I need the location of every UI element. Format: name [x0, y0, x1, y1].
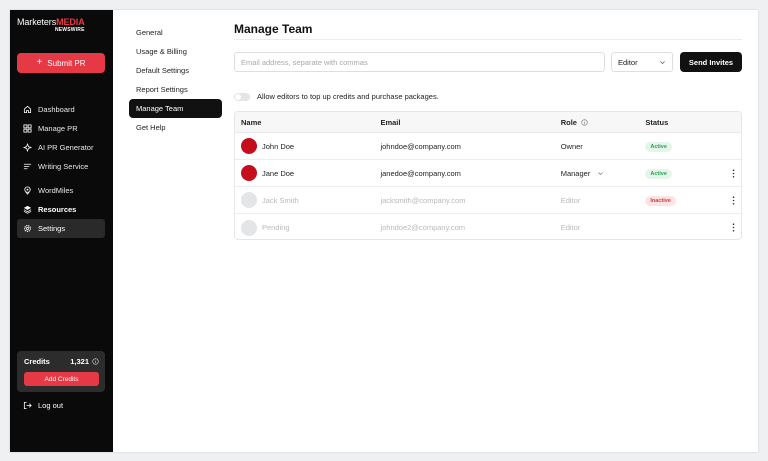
table-row: John Doe johndoe@company.com Owner Activ…: [235, 133, 741, 160]
member-name: John Doe: [262, 141, 295, 151]
table-row: Jane Doe janedoe@company.com Manager Act…: [235, 160, 741, 187]
add-credits-label: Add Credits: [44, 375, 79, 383]
sidebar-item-label: AI PR Generator: [38, 143, 94, 152]
sidebar-item-label: Writing Service: [38, 162, 89, 171]
member-role: Editor: [561, 223, 646, 232]
status-badge: Inactive: [645, 195, 676, 206]
credits-label: Credits: [24, 357, 50, 366]
column-header-role: Role: [561, 118, 646, 127]
member-email: johndoe2@company.com: [380, 223, 466, 232]
avatar: [241, 165, 257, 181]
credits-panel: Credits 1,321 Add Credits: [17, 351, 105, 392]
settings-submenu: General Usage & Billing Default Settings…: [129, 23, 222, 137]
sidebar-item-resources[interactable]: Resources: [17, 200, 105, 219]
sidebar-item-label: Resources: [38, 205, 77, 214]
editor-topup-toggle[interactable]: [234, 92, 250, 101]
submenu-item-get-help[interactable]: Get Help: [129, 118, 222, 137]
more-options-icon[interactable]: [732, 195, 735, 205]
info-icon[interactable]: [581, 118, 588, 126]
sidebar-item-label: WordMiles: [38, 186, 74, 195]
sidebar-item-label: Dashboard: [38, 105, 75, 114]
table-row: Jack Smith jacksmith@company.com Editor …: [235, 187, 741, 214]
credits-value: 1,321: [70, 357, 89, 366]
member-role-dropdown[interactable]: Manager: [561, 169, 646, 178]
member-role-label: Editor: [560, 223, 581, 232]
info-icon[interactable]: [92, 358, 99, 365]
brand-subtitle: NEWSWIRE: [54, 27, 85, 33]
sparkle-icon: [23, 143, 32, 152]
role-select[interactable]: Editor: [611, 52, 673, 72]
column-header-name: Name: [241, 117, 262, 127]
submit-pr-label: Submit PR: [47, 58, 86, 68]
column-header-role-label: Role: [560, 117, 577, 127]
add-credits-button[interactable]: Add Credits: [24, 372, 99, 386]
member-role: Owner: [561, 142, 646, 151]
title-divider: [234, 39, 742, 40]
brand-name-part2: MEDIA: [56, 17, 85, 27]
credits-value-wrap: 1,321: [70, 357, 99, 366]
submenu-item-default-settings[interactable]: Default Settings: [129, 61, 222, 80]
member-role-label: Editor: [560, 195, 581, 205]
sidebar-nav-primary: Dashboard Manage PR AI PR Generator Writ…: [17, 100, 105, 176]
member-name: Jane Doe: [262, 168, 295, 178]
team-table: Name Email Role Status John Doe johndoe@…: [234, 111, 742, 240]
editor-topup-label: Allow editors to top up credits and purc…: [257, 92, 439, 101]
member-email: johndoe@company.com: [380, 141, 461, 151]
column-header-status: Status: [645, 117, 669, 127]
submenu-item-manage-team[interactable]: Manage Team: [129, 99, 222, 118]
table-row: Pending johndoe2@company.com Editor: [235, 214, 741, 239]
sidebar-item-settings[interactable]: Settings: [17, 219, 105, 238]
submenu-item-report-settings[interactable]: Report Settings: [129, 80, 222, 99]
lines-icon: [23, 163, 32, 170]
email-invite-input[interactable]: [234, 52, 605, 72]
member-email: janedoe@company.com: [380, 168, 461, 178]
gear-icon: [23, 224, 32, 233]
status-badge: Active: [645, 141, 672, 152]
sidebar-item-manage-pr[interactable]: Manage PR: [17, 119, 105, 138]
sidebar-item-writing-service[interactable]: Writing Service: [17, 157, 105, 176]
sidebar-item-label: Settings: [38, 224, 66, 233]
page-title: Manage Team: [234, 22, 313, 36]
avatar: [241, 192, 257, 208]
member-name: Jack Smith: [262, 195, 299, 205]
avatar: [241, 138, 257, 154]
plus-icon: +: [36, 57, 43, 68]
table-header: Name Email Role Status: [235, 112, 741, 133]
submenu-item-general[interactable]: General: [129, 23, 222, 42]
logout-button[interactable]: Log out: [23, 401, 63, 410]
grid-icon: [23, 124, 32, 133]
sidebar-item-label: Manage PR: [38, 124, 78, 133]
logout-icon: [23, 401, 32, 410]
more-options-icon[interactable]: [732, 223, 735, 232]
status-badge: Active: [645, 168, 672, 179]
editor-topup-setting: Allow editors to top up credits and purc…: [234, 92, 439, 101]
logout-label: Log out: [38, 401, 64, 410]
sidebar: MarketersMEDIA NEWSWIRE + Submit PR Dash…: [10, 10, 113, 452]
more-options-icon[interactable]: [732, 168, 735, 178]
layers-icon: [23, 205, 32, 214]
role-select-value: Editor: [618, 57, 638, 67]
pin-icon: [24, 186, 31, 195]
chevron-down-icon: [598, 171, 604, 175]
app-window: MarketersMEDIA NEWSWIRE + Submit PR Dash…: [10, 10, 758, 452]
sidebar-item-ai-pr-generator[interactable]: AI PR Generator: [17, 138, 105, 157]
member-role: Editor: [561, 196, 646, 205]
member-role-label: Manager: [560, 168, 591, 178]
home-icon: [23, 105, 32, 114]
member-role-label: Owner: [560, 141, 583, 151]
sidebar-nav-secondary: WordMiles Resources Settings: [17, 181, 105, 238]
chevron-down-icon: [660, 60, 665, 64]
sidebar-item-dashboard[interactable]: Dashboard: [17, 100, 105, 119]
sidebar-item-wordmiles[interactable]: WordMiles: [17, 181, 105, 200]
send-invites-button[interactable]: Send Invites: [680, 52, 742, 72]
avatar: [241, 219, 257, 236]
member-email: jacksmith@company.com: [380, 195, 466, 205]
column-header-email: Email: [380, 117, 401, 127]
submenu-item-usage-billing[interactable]: Usage & Billing: [129, 42, 222, 61]
send-invites-label: Send Invites: [688, 57, 734, 67]
member-name: Pending: [262, 223, 290, 232]
submit-pr-button[interactable]: + Submit PR: [17, 53, 105, 73]
brand-logo[interactable]: MarketersMEDIA NEWSWIRE: [17, 18, 85, 33]
brand-name-part1: Marketers: [17, 17, 57, 27]
